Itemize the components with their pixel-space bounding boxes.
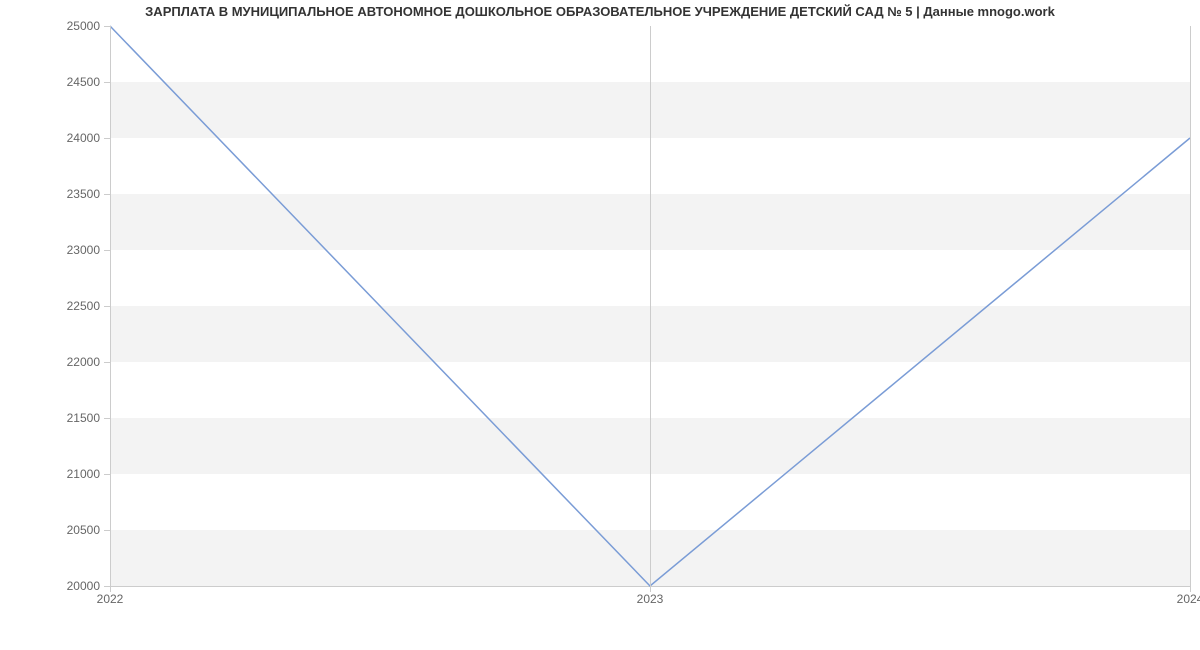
y-axis-labels: 2000020500210002150022000225002300023500…	[0, 26, 110, 586]
y-tick-label: 24000	[67, 131, 100, 145]
x-tick-label: 2022	[97, 592, 124, 606]
x-tick-label: 2024	[1177, 592, 1200, 606]
x-tick-label: 2023	[637, 592, 664, 606]
plot-area	[110, 26, 1190, 587]
y-tick-label: 20000	[67, 579, 100, 593]
y-tick-label: 20500	[67, 523, 100, 537]
x-gridline	[110, 26, 111, 586]
x-axis-labels: 202220232024	[110, 590, 1190, 610]
y-tick-label: 21500	[67, 411, 100, 425]
y-tick-label: 22500	[67, 299, 100, 313]
y-tick-label: 23500	[67, 187, 100, 201]
y-tick-label: 21000	[67, 467, 100, 481]
y-tick-label: 23000	[67, 243, 100, 257]
y-tick-label: 22000	[67, 355, 100, 369]
x-gridline	[650, 26, 651, 586]
chart-title: ЗАРПЛАТА В МУНИЦИПАЛЬНОЕ АВТОНОМНОЕ ДОШК…	[0, 4, 1200, 19]
x-gridline	[1190, 26, 1191, 586]
y-tick-label: 24500	[67, 75, 100, 89]
salary-line-chart: ЗАРПЛАТА В МУНИЦИПАЛЬНОЕ АВТОНОМНОЕ ДОШК…	[0, 0, 1200, 650]
y-tick-label: 25000	[67, 19, 100, 33]
